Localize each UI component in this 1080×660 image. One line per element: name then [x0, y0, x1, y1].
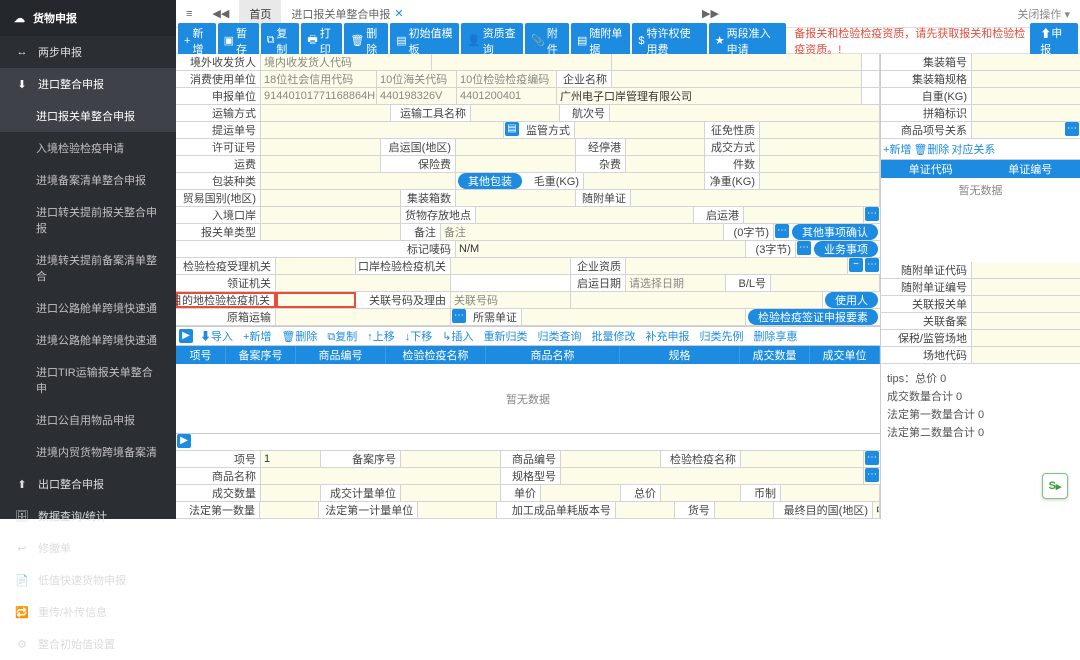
- mt-insert[interactable]: ↳插入: [438, 328, 477, 344]
- biz-button[interactable]: 业务事项: [814, 241, 878, 257]
- form-area: 境外收发货人境内收发货人代码 消费使用单位18位社会信用代码10位海关代码10位…: [176, 54, 880, 519]
- toolbar: +新增 ▣暂存 ⧉复制 🖶打印 🗑删除 ▤初始值模板 👤资质查询 📎附件 ▤随附…: [176, 28, 1080, 54]
- down-icon: ⬇: [14, 78, 30, 91]
- sidebar-item-amend[interactable]: ↩修撤单: [0, 532, 176, 564]
- sidebar: ☁ 货物申报 ↔两步申报 ⬇进口整合申报 进口报关单整合申报 入境检验检疫申请 …: [0, 0, 176, 519]
- mt-new[interactable]: +新增: [239, 328, 275, 344]
- mt-prio[interactable]: 归类先例: [695, 328, 747, 344]
- grid-body: 暂无数据: [176, 364, 880, 434]
- mt-up[interactable]: ↑上移: [363, 328, 399, 344]
- mt-delx[interactable]: 删除享惠: [749, 328, 801, 344]
- expand-icon[interactable]: ▶: [179, 329, 193, 343]
- close-op[interactable]: 关闭操作 ▾: [1007, 6, 1080, 22]
- reload-icon: 🔁: [14, 606, 30, 619]
- label: 境外收发货人: [176, 54, 261, 70]
- sidebar-item-query[interactable]: 🗄数据查询/统计: [0, 500, 176, 532]
- warning-text: 备报关和检验检疫资质，请先获取报关和检验检疫资质。!: [794, 25, 1028, 57]
- doc-icon: 📄: [14, 574, 30, 587]
- sidebar-sub-10[interactable]: 进境内贸货物跨境备案清: [0, 436, 176, 468]
- mt-del[interactable]: 🗑删除: [277, 328, 321, 344]
- doc-icon[interactable]: ▤: [505, 122, 519, 136]
- sidebar-item-retrans[interactable]: 🔁重传/补传信息: [0, 596, 176, 628]
- mt-regroup[interactable]: 重新归类: [479, 328, 531, 344]
- sidebar-sub-7[interactable]: 进境公路舱单跨境快速通: [0, 324, 176, 356]
- sidebar-item-export[interactable]: ⬆出口整合申报: [0, 468, 176, 500]
- sidebar-sub-6[interactable]: 进口公路舱单跨境快速通: [0, 292, 176, 324]
- sidebar-sub-2[interactable]: 入境检验检疫申请: [0, 132, 176, 164]
- mt-supp[interactable]: 补充申报: [641, 328, 693, 344]
- rp-header: 单证代码 单证编号: [881, 160, 1080, 178]
- inspect-elem-button[interactable]: 检验检疫签证申报要素: [748, 309, 878, 325]
- other-pack-button[interactable]: 其他包装: [458, 173, 522, 189]
- sidebar-sub-5[interactable]: 进境转关提前备案清单整合: [0, 244, 176, 292]
- sidebar-sub-8[interactable]: 进口TIR运输报关单整合申: [0, 356, 176, 404]
- arrows-icon: ↔: [14, 46, 30, 58]
- mt-copy[interactable]: ⧉复制: [323, 328, 361, 344]
- mt-batchmod[interactable]: 批量修改: [587, 328, 639, 344]
- rp-new[interactable]: +新增: [883, 141, 911, 157]
- grid-header: 项号 备案序号 商品编号 检验检疫名称 商品名称 规格 成交数量 成交单位: [176, 346, 880, 364]
- sidebar-sub-3[interactable]: 进境备案清单整合申报: [0, 164, 176, 196]
- sidebar-item-import[interactable]: ⬇进口整合申报: [0, 68, 176, 100]
- sidebar-item-twostep[interactable]: ↔两步申报: [0, 36, 176, 68]
- expand-icon[interactable]: ▶: [177, 434, 191, 448]
- sidebar-sub-1[interactable]: 进口报关单整合申报: [0, 100, 176, 132]
- field[interactable]: 境内收发货人代码: [261, 54, 432, 70]
- rp-rel[interactable]: 对应关系: [951, 141, 995, 157]
- main: ≡ ◀◀ 首页 进口报关单整合申报 ✕ ▶▶ 关闭操作 ▾ +新增 ▣暂存 ⧉复…: [176, 0, 1080, 519]
- sidebar-item-init[interactable]: ⚙整合初始值设置: [0, 628, 176, 660]
- close-icon[interactable]: ✕: [394, 7, 403, 20]
- other-confirm-button[interactable]: 其他事项确认: [792, 224, 878, 240]
- rp-del[interactable]: 🗑删除: [913, 141, 949, 157]
- db-icon: 🗄: [14, 510, 30, 523]
- undo-icon: ↩: [14, 542, 30, 555]
- app-title: ☁ 货物申报: [0, 0, 176, 36]
- sidebar-item-lowval[interactable]: 📄低值快速货物申报: [0, 564, 176, 596]
- mini-toolbar: ▶ ⬇导入 +新增 🗑删除 ⧉复制 ↑上移 ↓下移 ↳插入 重新归类 归类查询 …: [176, 326, 880, 346]
- right-panel: 集装箱号 集装箱规格 自重(KG) 拼箱标识 商品项号关系⋯ +新增 🗑删除 对…: [880, 54, 1080, 519]
- sidebar-sub-4[interactable]: 进口转关提前报关整合申报: [0, 196, 176, 244]
- mt-down[interactable]: ↓下移: [401, 328, 437, 344]
- float-button[interactable]: S▸: [1042, 473, 1068, 499]
- rp-toolbar: +新增 🗑删除 对应关系: [881, 139, 1080, 160]
- user-button[interactable]: 使用人: [825, 292, 878, 308]
- sidebar-sub-9[interactable]: 进口公自用物品申报: [0, 404, 176, 436]
- cloud-icon: ☁: [14, 12, 25, 25]
- mt-import[interactable]: ⬇导入: [196, 328, 237, 344]
- dest-inspect-field[interactable]: [276, 292, 356, 308]
- up-icon: ⬆: [14, 478, 30, 491]
- app-title-text: 货物申报: [33, 10, 77, 26]
- rp-empty: 暂无数据: [881, 178, 1080, 202]
- mt-batch[interactable]: 归类查询: [533, 328, 585, 344]
- gear-icon: ⚙: [14, 638, 30, 651]
- tips: tips：总价 0 成交数量合计 0 法定第一数量合计 0 法定第二数量合计 0: [881, 364, 1080, 446]
- dest-inspect-label: 目的地检验检疫机关: [176, 292, 276, 308]
